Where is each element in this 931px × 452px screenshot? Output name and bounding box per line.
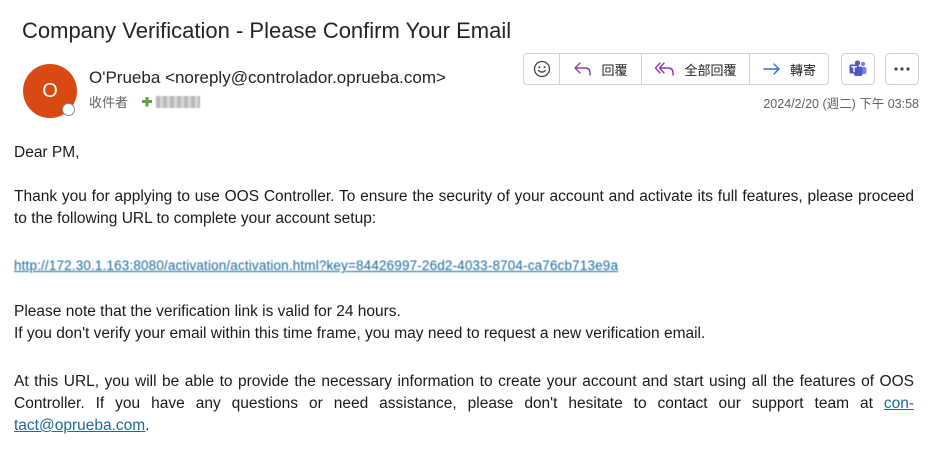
email-subject: Company Verification - Please Confirm Yo…: [22, 18, 512, 43]
reply-arrow-icon: [574, 62, 592, 76]
body-paragraph-intro: Thank you for applying to use OOS Contro…: [14, 188, 914, 227]
forward-label: 轉寄: [789, 62, 816, 78]
reply-all-label: 全部回覆: [684, 62, 737, 78]
share-to-teams-button[interactable]: [841, 53, 875, 85]
forward-button[interactable]: 轉寄: [750, 54, 828, 84]
body-note-expiry: If you don't verify your email within th…: [14, 325, 706, 342]
reply-button-group: 回覆 全部回覆 轉寄: [523, 53, 829, 85]
smiley-icon: [533, 60, 550, 78]
to-label: 收件者: [89, 95, 129, 110]
reply-label: 回覆: [601, 62, 628, 78]
recipient-status-icon: [142, 96, 153, 107]
activation-link[interactable]: http://172.30.1.163:8080/activation/acti…: [14, 255, 618, 277]
body-note-validity: Please note that the verification link i…: [14, 303, 401, 320]
emoji-reaction-button[interactable]: [524, 54, 560, 84]
reply-all-button[interactable]: 全部回覆: [642, 54, 750, 84]
email-reading-pane: Company Verification - Please Confirm Yo…: [0, 0, 931, 452]
body-paragraph-support: At this URL, you will be able to provide…: [14, 371, 914, 437]
avatar-initial: O: [42, 79, 58, 102]
recipient-name-redacted[interactable]: [156, 95, 201, 108]
sender-name[interactable]: O'Prueba <noreply@controlador.oprueba.co…: [89, 68, 446, 88]
reply-all-arrow-icon: [655, 62, 675, 76]
teams-icon: [849, 60, 867, 76]
more-actions-button[interactable]: [885, 53, 919, 85]
greeting: Dear PM,: [14, 144, 80, 161]
recipients-row: 收件者: [89, 92, 201, 111]
message-toolbar: 回覆 全部回覆 轉寄: [523, 53, 919, 85]
forward-arrow-icon: [763, 63, 780, 75]
support-text-end: .: [145, 417, 150, 434]
reply-button[interactable]: 回覆: [560, 54, 642, 84]
presence-status-icon: [62, 103, 75, 116]
more-dots-icon: [894, 67, 910, 71]
support-text: At this URL, you will be able to provide…: [14, 373, 914, 412]
received-date: 2024/2/20 (週二) 下午 03:58: [763, 97, 919, 111]
